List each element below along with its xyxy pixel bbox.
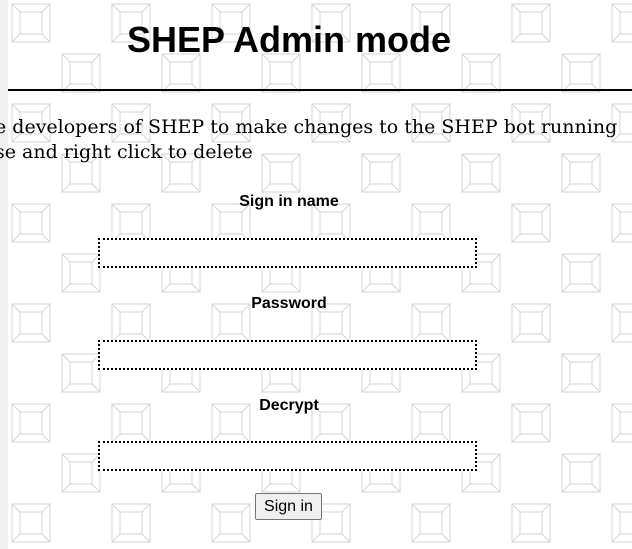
- password-label: Password: [251, 295, 327, 312]
- description-line-1: e developers of SHEP to make changes to …: [0, 116, 618, 138]
- decrypt-field[interactable]: [98, 441, 477, 471]
- sign-in-button[interactable]: Sign in: [255, 493, 322, 520]
- sign-in-name-field[interactable]: [98, 238, 477, 268]
- description-line-2: se and right click to delete: [0, 141, 253, 163]
- left-margin-strip: [0, 0, 8, 549]
- decrypt-label: Decrypt: [259, 397, 319, 414]
- title-divider: [8, 89, 632, 91]
- page-title: SHEP Admin mode: [126, 19, 452, 60]
- password-field[interactable]: [98, 340, 477, 370]
- description-text: e developers of SHEP to make changes to …: [0, 115, 632, 165]
- sign-in-name-label: Sign in name: [239, 193, 339, 210]
